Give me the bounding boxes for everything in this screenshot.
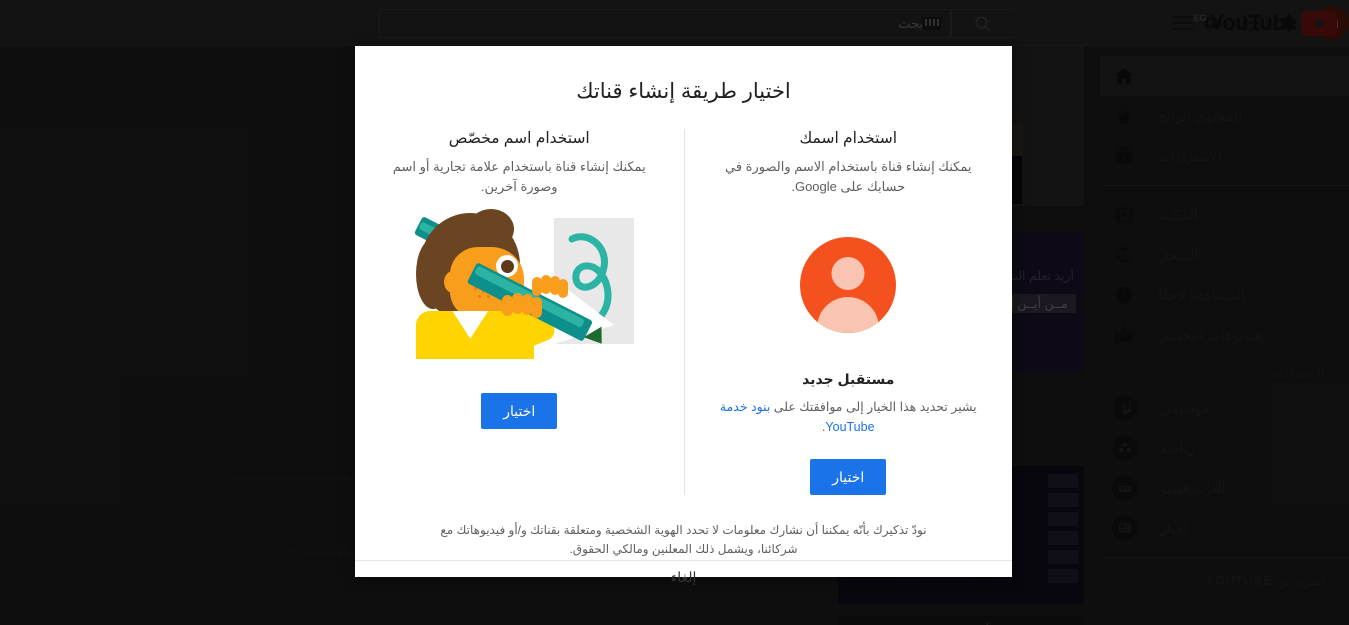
option-button-row: اختيار <box>481 393 558 430</box>
account-avatar-large <box>800 199 897 371</box>
channel-creation-dialog: اختيار طريقة إنشاء قناتك استخدام اسمك يم… <box>355 46 1013 585</box>
option-use-your-name: استخدام اسمك يمكنك إنشاء قناة باستخدام ا… <box>683 129 1013 496</box>
option-description: يمكنك إنشاء قناة باستخدام علامة تجارية أ… <box>392 159 646 195</box>
dialog-footer: إلغاء <box>355 559 1012 594</box>
default-avatar-icon <box>800 237 897 334</box>
custom-name-illustration <box>381 199 658 371</box>
option-use-custom-name: استخدام اسم مخصّص يمكنك إنشاء قناة باستخ… <box>355 129 684 495</box>
consent-text: يشير تحديد هذا الخيار إلى موافقتك على <box>770 400 977 415</box>
option-description: يمكنك إنشاء قناة باستخدام الاسم والصورة … <box>725 159 972 195</box>
option-heading: استخدام اسم مخصّص <box>448 130 590 148</box>
option-button-row: اختيار <box>810 459 887 496</box>
consent-note: يشير تحديد هذا الخيار إلى موافقتك على بن… <box>711 397 987 437</box>
option-heading: استخدام اسمك <box>799 130 898 148</box>
select-own-name-button[interactable]: اختيار <box>810 459 887 496</box>
dialog-disclaimer: نودّ تذكيرك بأنّه يمكننا أن نشارك معلوما… <box>440 523 927 557</box>
youtube-page: m بحث <box>0 0 1349 625</box>
dialog-columns: استخدام اسمك يمكنك إنشاء قناة باستخدام ا… <box>355 104 1013 496</box>
cancel-button[interactable]: إلغاء <box>653 561 715 594</box>
account-name: مستقبل جديد <box>802 371 895 388</box>
dialog-title: اختيار طريقة إنشاء قناتك <box>576 80 791 103</box>
select-custom-name-button[interactable]: اختيار <box>481 393 558 430</box>
person-drawing-letter-illustration <box>408 208 635 359</box>
